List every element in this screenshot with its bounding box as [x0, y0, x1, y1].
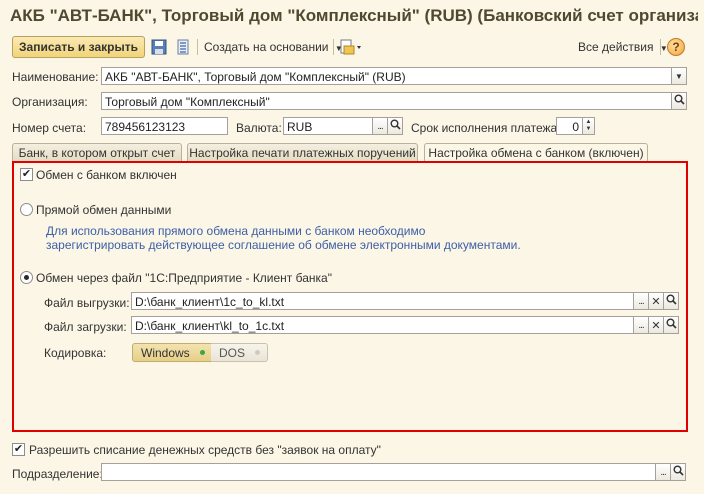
save-icon[interactable] — [151, 39, 167, 55]
allow-debit-label: Разрешить списание денежных средств без … — [29, 443, 381, 457]
selected-indicator-icon — [200, 350, 205, 355]
payment-term-input[interactable]: 0 — [556, 117, 583, 135]
encoding-label: Кодировка: — [44, 346, 107, 360]
encoding-option-windows-label: Windows — [141, 345, 190, 360]
division-input[interactable] — [101, 463, 656, 481]
checkmark-icon: ✔ — [13, 443, 24, 455]
name-label: Наименование: — [12, 70, 99, 84]
tab-print-settings[interactable]: Настройка печати платежных поручений — [187, 143, 418, 161]
direct-exchange-hint-line2: зарегистрировать действующее соглашение … — [46, 238, 521, 252]
arrow-up-icon[interactable]: ▲ — [586, 119, 592, 126]
toolbar-separator — [333, 39, 334, 55]
direct-exchange-label: Прямой обмен данными — [36, 203, 172, 217]
export-file-label: Файл выгрузки: — [44, 296, 130, 310]
payment-term-stepper[interactable]: ▲ ▼ — [582, 117, 595, 135]
name-input[interactable]: АКБ "АВТ-БАНК", Торговый дом "Комплексны… — [101, 67, 672, 85]
import-file-label: Файл загрузки: — [44, 320, 127, 334]
ellipsis-icon: ... — [638, 295, 644, 307]
search-icon — [390, 119, 401, 133]
exchange-enabled-checkbox[interactable]: ✔ — [20, 168, 33, 181]
all-actions-label: Все действия — [578, 40, 654, 54]
ellipsis-icon: ... — [660, 466, 666, 478]
account-number-input[interactable]: 789456123123 — [101, 117, 228, 135]
search-icon — [674, 94, 685, 108]
export-file-search-button[interactable] — [663, 292, 679, 310]
checkmark-icon: ✔ — [21, 168, 32, 180]
account-number-label: Номер счета: — [12, 121, 87, 135]
file-exchange-radio[interactable] — [20, 271, 33, 284]
file-exchange-label: Обмен через файл "1С:Предприятие - Клиен… — [36, 271, 332, 285]
direct-exchange-radio[interactable] — [20, 203, 33, 216]
name-dropdown-button[interactable]: ▼ — [671, 67, 687, 85]
currency-label: Валюта: — [236, 121, 282, 135]
organization-search-button[interactable] — [671, 92, 687, 110]
exchange-enabled-label: Обмен с банком включен — [36, 168, 177, 182]
close-icon: ✕ — [651, 295, 661, 308]
all-actions-menu[interactable]: Все действия ▼ — [578, 40, 668, 54]
encoding-option-dos[interactable]: DOS — [211, 343, 268, 362]
search-icon — [666, 318, 677, 332]
import-file-clear-button[interactable]: ✕ — [648, 316, 664, 334]
division-select-button[interactable]: ... — [655, 463, 671, 481]
payment-term-label: Срок исполнения платежа: — [411, 121, 561, 135]
currency-select-button[interactable]: ... — [372, 117, 388, 135]
encoding-option-windows[interactable]: Windows — [132, 343, 212, 362]
direct-exchange-hint-line1: Для использования прямого обмена данными… — [46, 224, 426, 238]
ellipsis-icon: ... — [638, 319, 644, 331]
import-file-input[interactable]: D:\банк_клиент\kl_to_1c.txt — [131, 316, 634, 334]
import-file-browse-button[interactable]: ... — [633, 316, 649, 334]
help-button[interactable]: ? — [667, 38, 685, 56]
triangle-down-icon: ▼ — [675, 71, 683, 81]
organization-input[interactable]: Торговый дом "Комплексный" — [101, 92, 672, 110]
create-based-on-label: Создать на основании — [204, 40, 329, 54]
currency-search-button[interactable] — [387, 117, 403, 135]
division-label: Подразделение: — [12, 467, 103, 481]
print-document-icon[interactable] — [339, 39, 361, 55]
tab-bank[interactable]: Банк, в котором открыт счет — [12, 143, 182, 161]
currency-input[interactable]: RUB — [283, 117, 373, 135]
toolbar-separator — [660, 39, 661, 55]
list-icon[interactable] — [175, 39, 191, 55]
command-bar: Записать и закрыть Создать на основании … — [0, 35, 704, 59]
unselected-indicator-icon — [255, 350, 260, 355]
export-file-clear-button[interactable]: ✕ — [648, 292, 664, 310]
division-search-button[interactable] — [670, 463, 686, 481]
ellipsis-icon: ... — [377, 120, 383, 132]
search-icon — [673, 465, 684, 479]
export-file-input[interactable]: D:\банк_клиент\1c_to_kl.txt — [131, 292, 634, 310]
toolbar-separator — [197, 39, 198, 55]
save-and-close-button[interactable]: Записать и закрыть — [12, 36, 145, 58]
export-file-browse-button[interactable]: ... — [633, 292, 649, 310]
import-file-search-button[interactable] — [663, 316, 679, 334]
window-title: АКБ "АВТ-БАНК", Торговый дом "Комплексны… — [10, 6, 698, 25]
encoding-option-dos-label: DOS — [219, 345, 246, 360]
allow-debit-checkbox[interactable]: ✔ — [12, 443, 25, 456]
organization-label: Организация: — [12, 95, 88, 109]
tab-bank-exchange[interactable]: Настройка обмена с банком (включен) — [424, 143, 648, 162]
create-based-on-menu[interactable]: Создать на основании ▼ — [204, 40, 343, 54]
search-icon — [666, 294, 677, 308]
close-icon: ✕ — [651, 319, 661, 332]
arrow-down-icon[interactable]: ▼ — [586, 126, 592, 133]
